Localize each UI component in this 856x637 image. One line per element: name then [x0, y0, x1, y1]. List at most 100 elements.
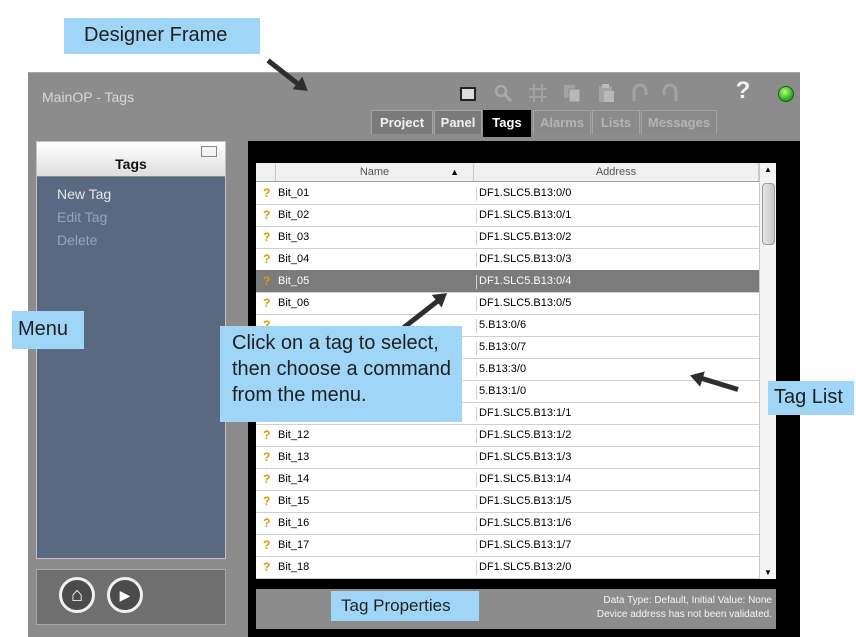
tag-name: Bit_18 — [278, 561, 310, 573]
question-mark-icon: ? — [263, 450, 271, 464]
question-mark-icon: ? — [263, 494, 271, 508]
tag-address: DF1.SLC5.B13:1/3 — [476, 451, 571, 465]
tab-messages: Messages — [641, 110, 717, 134]
question-mark-icon: ? — [263, 230, 271, 244]
tag-name: Bit_03 — [278, 231, 310, 243]
tag-name: Bit_12 — [278, 429, 310, 441]
tag-name: Bit_06 — [278, 297, 310, 309]
tab-alarms: Alarms — [533, 110, 591, 134]
paste-icon[interactable] — [595, 83, 617, 105]
tag-address: DF1.SLC5.B13:0/1 — [476, 209, 571, 223]
tag-address: DF1.SLC5.B13:0/0 — [476, 187, 571, 201]
table-row[interactable]: ? Bit_17 DF1.SLC5.B13:1/7 — [256, 534, 759, 557]
status-led-icon — [778, 86, 794, 102]
header-icon-column — [256, 163, 276, 181]
tag-name: Bit_13 — [278, 451, 310, 463]
home-icon[interactable]: ⌂ — [59, 577, 95, 613]
tag-address: DF1.SLC5.B13:0/3 — [476, 253, 571, 267]
table-row[interactable]: ? Bit_14 DF1.SLC5.B13:1/4 — [256, 468, 759, 491]
sort-ascending-icon: ▲ — [450, 167, 459, 177]
tag-name: Bit_02 — [278, 209, 310, 221]
table-row[interactable]: ? Bit_13 DF1.SLC5.B13:1/3 — [256, 446, 759, 469]
search-icon[interactable] — [492, 83, 514, 105]
question-mark-icon: ? — [263, 428, 271, 442]
tag-address: DF1.SLC5.B13:1/6 — [476, 517, 571, 531]
redo-icon[interactable] — [659, 83, 681, 105]
menu-item-edit-tag: Edit Tag — [57, 209, 108, 225]
column-header-address[interactable]: Address — [474, 163, 759, 181]
scrollbar[interactable]: ▲ ▼ — [759, 163, 776, 579]
copy-icon[interactable] — [561, 83, 583, 105]
tab-lists: Lists — [592, 110, 640, 134]
help-icon[interactable]: ? — [732, 79, 754, 103]
menu-header: Tags — [37, 142, 225, 177]
tab-tags[interactable]: Tags — [483, 110, 531, 137]
tag-name: Bit_04 — [278, 253, 310, 265]
tag-address: DF1.SLC5.B13:1/1 — [476, 407, 571, 421]
table-row[interactable]: ? Bit_01 DF1.SLC5.B13:0/0 — [256, 182, 759, 205]
table-row[interactable]: ? Bit_06 DF1.SLC5.B13:0/5 — [256, 292, 759, 315]
question-mark-icon: ? — [263, 274, 271, 288]
tag-name: Bit_01 — [278, 187, 310, 199]
tag-address: 5.B13:3/0 — [476, 363, 526, 377]
question-mark-icon: ? — [263, 296, 271, 310]
menu-item-new-tag[interactable]: New Tag — [57, 186, 111, 202]
scroll-thumb[interactable] — [762, 183, 775, 245]
tag-name: Bit_05 — [278, 275, 310, 287]
tag-name: Bit_17 — [278, 539, 310, 551]
play-icon[interactable]: ▶ — [107, 577, 143, 613]
tag-address: DF1.SLC5.B13:0/5 — [476, 297, 571, 311]
tag-address: DF1.SLC5.B13:1/2 — [476, 429, 571, 443]
tag-address: DF1.SLC5.B13:1/5 — [476, 495, 571, 509]
question-mark-icon: ? — [263, 252, 271, 266]
question-mark-icon: ? — [263, 538, 271, 552]
tag-list-callout: Tag List — [768, 381, 854, 415]
column-header-name[interactable]: Name ▲ — [276, 163, 474, 181]
table-row[interactable]: ? Bit_02 DF1.SLC5.B13:0/1 — [256, 204, 759, 227]
fullscreen-icon[interactable] — [457, 83, 479, 105]
table-header: Name ▲ Address — [256, 163, 776, 182]
tag-properties-callout: Tag Properties — [331, 591, 479, 621]
table-row[interactable]: ? Bit_15 DF1.SLC5.B13:1/5 — [256, 490, 759, 513]
tag-address: 5.B13:0/7 — [476, 341, 526, 355]
tag-address: DF1.SLC5.B13:0/4 — [476, 275, 571, 289]
tag-address: 5.B13:1/0 — [476, 385, 526, 399]
table-row[interactable]: ? Bit_04 DF1.SLC5.B13:0/3 — [256, 248, 759, 271]
tag-address: DF1.SLC5.B13:1/4 — [476, 473, 571, 487]
tab-panel[interactable]: Panel — [434, 110, 482, 134]
designer-frame-callout: Designer Frame — [64, 18, 260, 54]
click-callout-line-2: then choose a command — [232, 358, 452, 380]
click-instruction-callout: Click on a tag to select, then choose a … — [220, 326, 462, 422]
table-row[interactable]: ? Bit_16 DF1.SLC5.B13:1/6 — [256, 512, 759, 535]
table-row[interactable]: ? Bit_18 DF1.SLC5.B13:2/0 — [256, 556, 759, 579]
click-callout-line-3: from the menu. — [232, 384, 367, 406]
tab-project[interactable]: Project — [371, 110, 433, 134]
question-mark-icon: ? — [263, 186, 271, 200]
scroll-up-icon[interactable]: ▲ — [760, 165, 776, 174]
tag-name: Bit_16 — [278, 517, 310, 529]
question-mark-icon: ? — [263, 472, 271, 486]
grid-icon[interactable] — [527, 83, 549, 105]
status-line-1: Data Type: Default, Initial Value: None — [603, 595, 772, 606]
tag-name: Bit_14 — [278, 473, 310, 485]
menu-panel: Tags New Tag Edit Tag Delete — [36, 141, 226, 559]
tag-address: DF1.SLC5.B13:0/2 — [476, 231, 571, 245]
question-mark-icon: ? — [263, 208, 271, 222]
tag-properties-info: Data Type: Default, Initial Value: None … — [597, 594, 772, 622]
table-row[interactable]: ? Bit_05 DF1.SLC5.B13:0/4 — [256, 270, 759, 293]
window-title: MainOP - Tags — [42, 89, 135, 105]
scroll-down-icon[interactable]: ▼ — [760, 568, 776, 577]
menu-item-delete: Delete — [57, 232, 98, 248]
tag-name: Bit_15 — [278, 495, 310, 507]
tag-address: 5.B13:0/6 — [476, 319, 526, 333]
click-callout-line-1: Click on a tag to select, — [232, 332, 439, 354]
tag-address: DF1.SLC5.B13:1/7 — [476, 539, 571, 553]
tag-address: DF1.SLC5.B13:2/0 — [476, 561, 571, 575]
table-row[interactable]: ? Bit_12 DF1.SLC5.B13:1/2 — [256, 424, 759, 447]
question-mark-icon: ? — [263, 516, 271, 530]
undo-icon[interactable] — [629, 83, 651, 105]
menu-title: Tags — [115, 156, 147, 172]
table-row[interactable]: ? Bit_03 DF1.SLC5.B13:0/2 — [256, 226, 759, 249]
column-name-label: Name — [359, 166, 390, 178]
nav-panel: ⌂ ▶ — [36, 569, 226, 625]
